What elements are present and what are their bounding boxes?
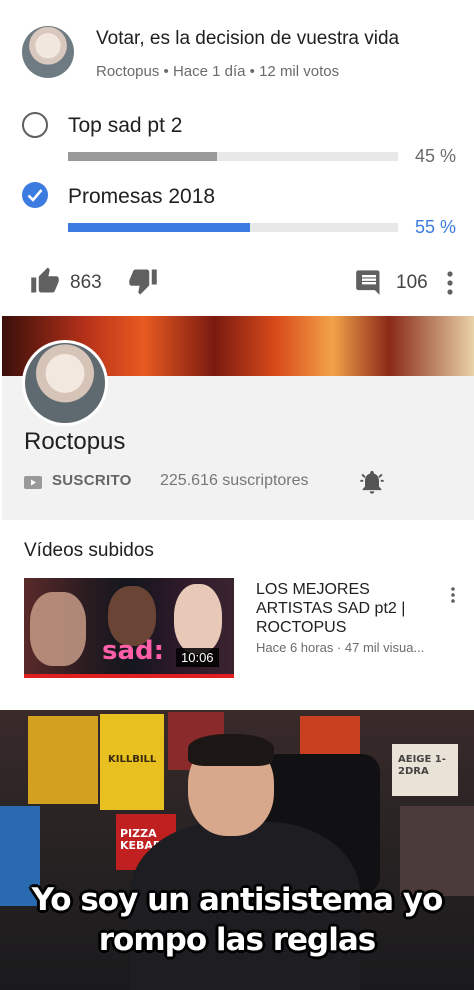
channel-card: Roctopus SUSCRITO 225.616 suscriptores V… bbox=[2, 316, 474, 710]
meme-caption-line-2: rompo las reglas bbox=[98, 922, 376, 958]
thumbnail-figure bbox=[30, 592, 86, 666]
comment-icon[interactable] bbox=[355, 268, 383, 301]
video-more-icon[interactable] bbox=[450, 586, 456, 609]
uploads-heading: Vídeos subidos bbox=[24, 540, 154, 561]
youtube-play-icon bbox=[24, 476, 42, 494]
poll-option-1-label[interactable]: Top sad pt 2 bbox=[68, 114, 182, 138]
poster-text-kill-bill: KILLBILL bbox=[108, 754, 157, 765]
thumbnail-figure bbox=[174, 584, 222, 654]
notification-bell-icon[interactable] bbox=[358, 468, 386, 501]
channel-name[interactable]: Roctopus bbox=[24, 428, 125, 456]
video-title[interactable]: LOS MEJORES ARTISTAS SAD pt2 | ROCTOPUS bbox=[256, 580, 436, 637]
comment-count: 106 bbox=[396, 272, 428, 293]
radio-unselected-icon[interactable] bbox=[22, 112, 48, 138]
thumbnail-text: sad: bbox=[102, 636, 165, 666]
radio-checked-icon[interactable] bbox=[22, 182, 48, 208]
poll-option-1-percent: 45 % bbox=[414, 146, 456, 166]
poll-option-1-bar bbox=[68, 152, 398, 161]
like-count: 863 bbox=[70, 272, 102, 293]
channel-avatar[interactable] bbox=[22, 26, 74, 78]
poll-option-1-fill bbox=[68, 152, 217, 161]
poll-option-2-percent: 55 % bbox=[414, 217, 456, 237]
poll-option-2-bar bbox=[68, 223, 398, 232]
wall-poster bbox=[28, 716, 98, 804]
thumbs-down-icon[interactable] bbox=[128, 268, 158, 301]
meme-caption: Yo soy un antisistema yo rompo las regla… bbox=[0, 880, 474, 960]
poll-title: Votar, es la decision de vuestra vida bbox=[96, 28, 400, 49]
poll-option-2-label[interactable]: Promesas 2018 bbox=[68, 185, 215, 209]
subscribed-button[interactable]: SUSCRITO bbox=[52, 472, 132, 489]
channel-avatar-large[interactable] bbox=[22, 340, 108, 426]
person-hair bbox=[188, 734, 274, 766]
uploads-section: Vídeos subidos sad: 10:06 LOS MEJORES AR… bbox=[2, 520, 474, 710]
meme-image: KILLBILL PIZZA KEBAB AEIGE 1-2DRA Yo soy… bbox=[0, 710, 474, 990]
watched-progress-bar bbox=[24, 674, 234, 678]
video-thumbnail[interactable]: sad: 10:06 bbox=[24, 578, 234, 674]
subscriber-count: 225.616 suscriptores bbox=[160, 472, 309, 489]
poll-meta: Roctopus • Hace 1 día • 12 mil votos bbox=[96, 63, 340, 80]
wall-poster bbox=[300, 716, 360, 756]
more-vert-icon[interactable] bbox=[446, 270, 454, 301]
video-duration: 10:06 bbox=[176, 648, 219, 667]
video-meta: Hace 6 horas · 47 mil visua... bbox=[256, 640, 425, 655]
meme-caption-line-1: Yo soy un antisistema yo bbox=[31, 882, 444, 918]
community-poll-post: Votar, es la decision de vuestra vida Ro… bbox=[0, 0, 474, 316]
poster-text-sign: AEIGE 1-2DRA bbox=[398, 754, 446, 777]
thumbs-up-icon[interactable] bbox=[30, 266, 60, 299]
poll-option-2-fill bbox=[68, 223, 250, 232]
